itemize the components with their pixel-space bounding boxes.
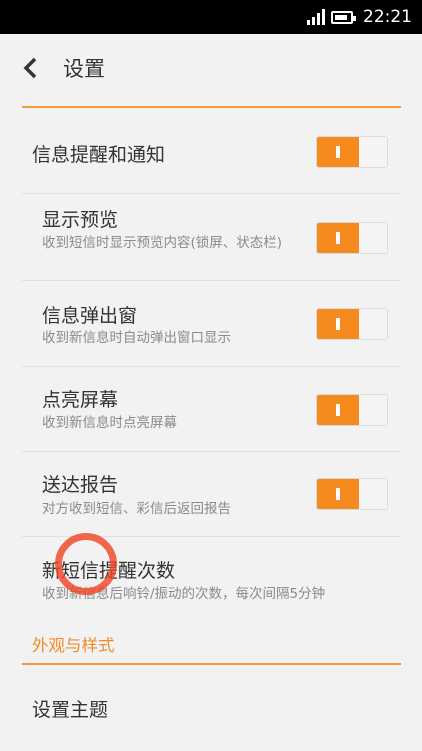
setting-delivery-report[interactable]: 送达报告 对方收到短信、彩信后返回报告 — [0, 452, 422, 537]
setting-title: 显示预览 — [42, 209, 119, 231]
setting-subtitle: 收到新信息时自动弹出窗口显示 — [42, 330, 231, 346]
toggle-popup-window[interactable] — [316, 308, 388, 340]
page-title: 设置 — [63, 57, 105, 81]
setting-notifications[interactable]: 信息提醒和通知 — [0, 108, 422, 194]
toggle-on-part — [317, 223, 359, 253]
touch-indicator — [55, 533, 117, 595]
setting-title: 点亮屏幕 — [42, 389, 119, 411]
toggle-off-part — [359, 395, 387, 425]
signal-icon — [307, 9, 325, 25]
setting-show-preview[interactable]: 显示预览 收到短信时显示预览内容(锁屏、状态栏) — [0, 194, 422, 281]
status-bar: 22:21 — [0, 0, 422, 34]
toggle-notifications[interactable] — [316, 136, 388, 168]
toggle-show-preview[interactable] — [316, 222, 388, 254]
setting-subtitle: 收到短信时显示预览内容(锁屏、状态栏) — [42, 235, 283, 251]
toggle-wake-screen[interactable] — [316, 394, 388, 426]
toggle-delivery-report[interactable] — [316, 478, 388, 510]
toggle-on-part — [317, 395, 359, 425]
setting-title: 信息提醒和通知 — [32, 144, 166, 166]
setting-subtitle: 对方收到短信、彩信后返回报告 — [42, 501, 231, 517]
battery-icon — [331, 10, 356, 24]
setting-title: 信息弹出窗 — [42, 305, 138, 327]
header: 设置 — [0, 34, 422, 108]
status-icons: 22:21 — [307, 0, 412, 34]
toggle-off-part — [359, 309, 387, 339]
setting-title: 送达报告 — [42, 474, 119, 496]
setting-popup-window[interactable]: 信息弹出窗 收到新信息时自动弹出窗口显示 — [0, 281, 422, 367]
toggle-on-part — [317, 309, 359, 339]
toggle-off-part — [359, 479, 387, 509]
section-divider — [22, 663, 401, 665]
back-arrow-icon[interactable] — [20, 56, 44, 80]
toggle-on-part — [317, 479, 359, 509]
setting-theme[interactable]: 设置主题 — [0, 666, 422, 751]
setting-title: 设置主题 — [32, 699, 109, 721]
setting-wake-screen[interactable]: 点亮屏幕 收到新信息时点亮屏幕 — [0, 367, 422, 452]
toggle-off-part — [359, 137, 387, 167]
toggle-on-part — [317, 137, 359, 167]
section-header-appearance: 外观与样式 — [32, 636, 115, 655]
setting-subtitle: 收到新信息时点亮屏幕 — [42, 415, 177, 431]
toggle-off-part — [359, 223, 387, 253]
status-time: 22:21 — [363, 7, 412, 27]
